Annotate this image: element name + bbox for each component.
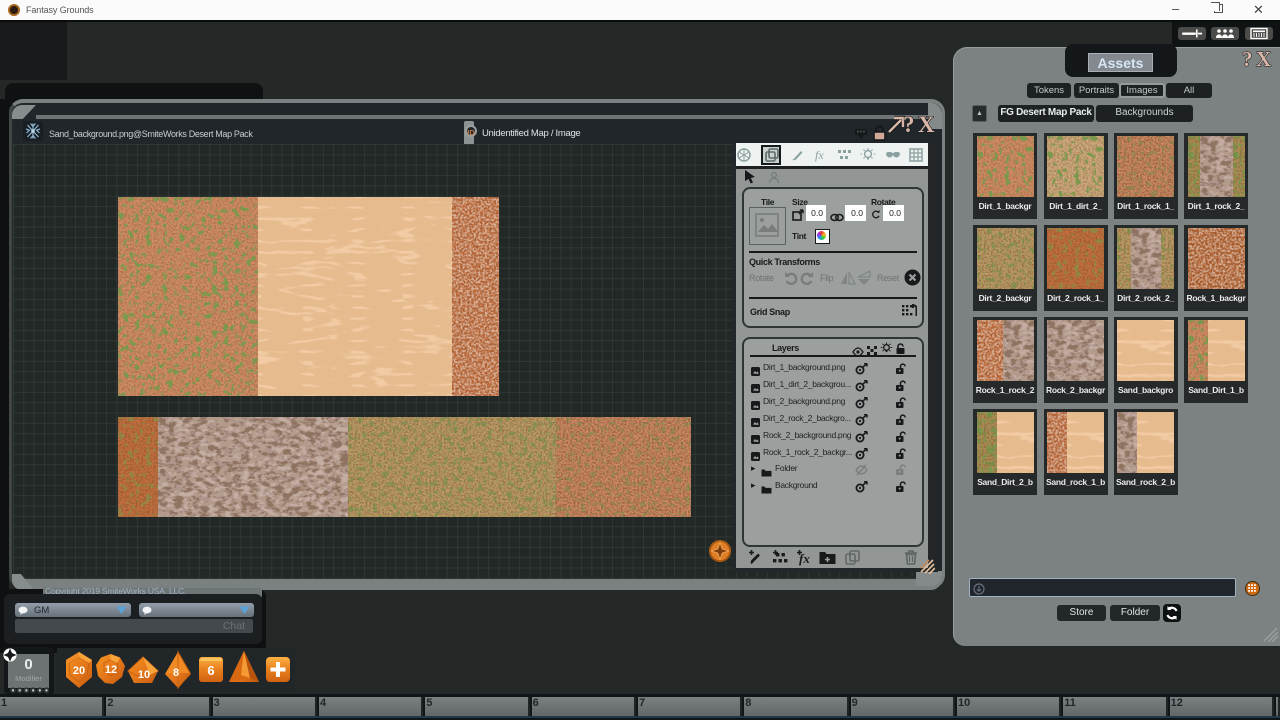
svg-text:20: 20 [73,665,85,677]
svg-text:10: 10 [138,669,150,681]
svg-text:fx: fx [815,148,824,162]
svg-text:?: ? [1242,47,1253,71]
svg-text:8: 8 [173,667,179,679]
svg-text:?: ? [903,112,915,137]
svg-text:X: X [1256,47,1271,71]
svg-text:6: 6 [207,663,214,678]
svg-text:X: X [918,112,935,137]
svg-text:12: 12 [105,664,117,676]
